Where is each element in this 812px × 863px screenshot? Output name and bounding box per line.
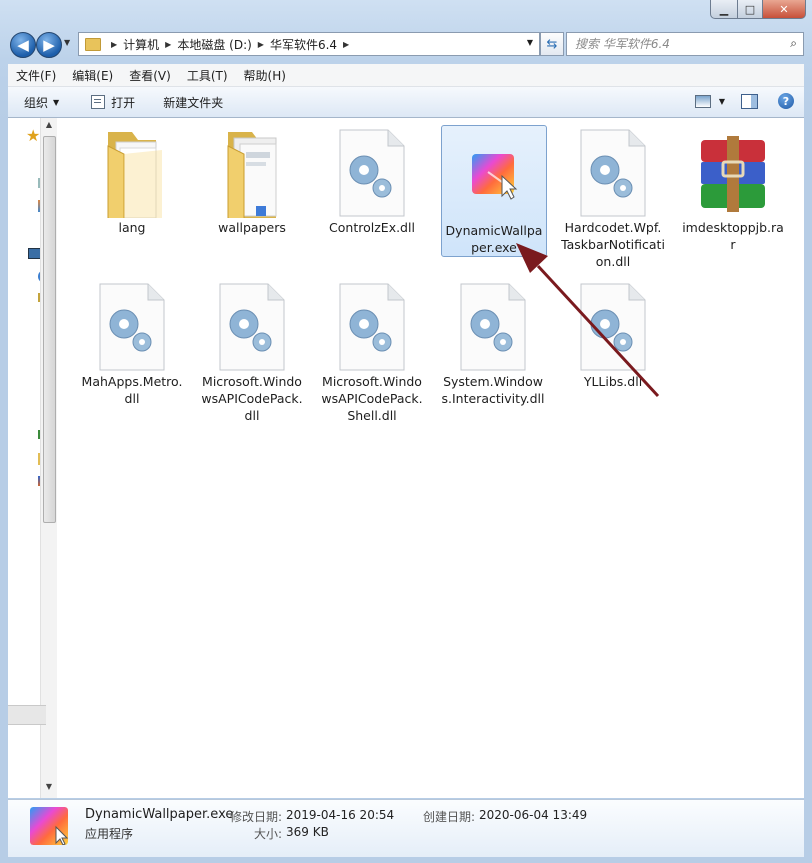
file-name: MahApps.Metro.dll: [81, 374, 183, 406]
file-name: DynamicWallpaper.exe: [445, 223, 543, 255]
app-icon: [472, 154, 518, 200]
scrollbar-thumb[interactable]: [43, 136, 56, 523]
refresh-button[interactable]: ⇆: [540, 32, 564, 56]
scroll-down-icon[interactable]: ▼: [41, 782, 57, 796]
breadcrumb-computer[interactable]: 计算机: [123, 36, 159, 53]
rar-archive-icon: [701, 136, 765, 212]
details-size-value: 369 KB: [286, 825, 329, 839]
forward-button[interactable]: ▶: [36, 32, 62, 58]
organize-button[interactable]: 组织 ▼: [8, 94, 69, 111]
chevron-down-icon[interactable]: ▼: [719, 97, 725, 106]
search-input[interactable]: [573, 36, 777, 52]
recent-pages-dropdown-icon[interactable]: ▼: [64, 38, 70, 47]
details-modified-value: 2019-04-16 20:54: [286, 808, 395, 822]
breadcrumb-local-disk[interactable]: 本地磁盘 (D:): [177, 36, 251, 53]
navigation-pane-scrollbar[interactable]: ▲ ▼: [40, 118, 57, 798]
file-item-imdesktoppjb[interactable]: imdesktoppjb.rar: [681, 122, 785, 252]
file-item-controlzex[interactable]: ControlzEx.dll: [320, 122, 424, 252]
open-button[interactable]: 打开: [81, 94, 145, 111]
search-icon[interactable]: ⌕: [790, 36, 797, 51]
maximize-button[interactable]: □: [738, 0, 763, 19]
file-item-codepack-shell[interactable]: Microsoft.WindowsAPICodePack.Shell.dll: [320, 276, 424, 423]
refresh-icon: ⇆: [546, 36, 558, 52]
dll-file-icon: [219, 283, 285, 371]
menu-bar: 文件(F) 编辑(E) 查看(V) 工具(T) 帮助(H): [8, 64, 804, 87]
menu-file[interactable]: 文件(F): [8, 67, 64, 84]
menu-view[interactable]: 查看(V): [121, 67, 179, 84]
address-bar[interactable]: ▶ 计算机 ▶ 本地磁盘 (D:) ▶ 华军软件6.4 ▶ ▼: [78, 32, 540, 56]
dll-file-icon: [460, 283, 526, 371]
file-name: lang: [118, 220, 146, 235]
favorites-star-icon[interactable]: ★: [26, 126, 40, 145]
details-modified-label: 修改日期:: [230, 810, 283, 824]
file-name: imdesktoppjb.rar: [682, 220, 784, 252]
caption-buttons: ▁ □ ✕: [710, 0, 806, 19]
dll-file-icon: [580, 129, 646, 217]
file-item-mahapps[interactable]: MahApps.Metro.dll: [80, 276, 184, 406]
menu-help[interactable]: 帮助(H): [236, 67, 294, 84]
close-button[interactable]: ✕: [763, 0, 806, 19]
scroll-up-icon[interactable]: ▲: [41, 120, 57, 134]
file-item-interactivity[interactable]: System.Windows.Interactivity.dll: [441, 276, 545, 406]
file-name: Hardcodet.Wpf.TaskbarNotification.dll: [561, 220, 665, 269]
back-button[interactable]: ◀: [10, 32, 36, 58]
file-list: lang wallpapers ControlzEx.dll DynamicWa…: [57, 118, 801, 798]
file-item-codepack[interactable]: Microsoft.WindowsAPICodePack.dll: [200, 276, 304, 423]
change-view-icon[interactable]: [694, 94, 711, 108]
chevron-right-icon[interactable]: ▶: [258, 40, 264, 49]
menu-edit[interactable]: 编辑(E): [64, 67, 121, 84]
file-name: System.Windows.Interactivity.dll: [441, 374, 545, 406]
details-file-name: DynamicWallpaper.exe: [85, 807, 234, 822]
minimize-button[interactable]: ▁: [710, 0, 738, 19]
help-icon[interactable]: ?: [778, 93, 794, 109]
new-folder-button[interactable]: 新建文件夹: [153, 94, 233, 111]
folder-icon: [107, 132, 162, 218]
dll-file-icon: [339, 283, 405, 371]
chevron-down-icon[interactable]: ▼: [527, 38, 533, 47]
details-created-label: 创建日期:: [423, 810, 476, 824]
new-folder-label: 新建文件夹: [163, 95, 224, 110]
chevron-right-icon[interactable]: ▶: [343, 40, 349, 49]
details-created-value: 2020-06-04 13:49: [479, 808, 588, 822]
folder-icon: [85, 37, 101, 51]
command-bar: 组织 ▼ 打开 新建文件夹 ▼ ?: [8, 87, 804, 118]
file-name: ControlzEx.dll: [329, 220, 415, 235]
folder-icon: [227, 132, 277, 218]
file-name: wallpapers: [218, 220, 286, 235]
preview-pane-icon[interactable]: [741, 93, 758, 109]
file-item-yllibs[interactable]: YLLibs.dll: [561, 276, 665, 406]
organize-label: 组织: [24, 95, 49, 110]
file-name: YLLibs.dll: [583, 374, 643, 389]
dll-file-icon: [580, 283, 646, 371]
details-file-type: 应用程序: [85, 827, 134, 841]
chevron-right-icon[interactable]: ▶: [165, 40, 171, 49]
search-box[interactable]: ⌕: [566, 32, 804, 56]
dll-file-icon: [99, 283, 165, 371]
file-name: Microsoft.WindowsAPICodePack.dll: [201, 374, 303, 423]
chevron-right-icon[interactable]: ▶: [111, 40, 117, 49]
file-item-hardcodet[interactable]: Hardcodet.Wpf.TaskbarNotification.dll: [561, 122, 665, 269]
navigation-bar: ◀ ▶ ▼ ▶ 计算机 ▶ 本地磁盘 (D:) ▶ 华军软件6.4 ▶ ▼ ⇆ …: [8, 30, 804, 58]
horizontal-scrollbar[interactable]: [8, 705, 46, 725]
open-label: 打开: [111, 95, 136, 110]
dll-file-icon: [339, 129, 405, 217]
menu-tools[interactable]: 工具(T): [179, 67, 236, 84]
open-icon: [91, 95, 106, 109]
chevron-down-icon: ▼: [53, 97, 60, 107]
file-item-lang[interactable]: lang: [80, 122, 184, 252]
file-item-dynamicwallpaper[interactable]: DynamicWallpaper.exe: [441, 125, 547, 257]
details-size-label: 大小:: [254, 827, 283, 841]
content-right-edge: [801, 118, 804, 798]
file-item-wallpapers[interactable]: wallpapers: [200, 122, 304, 252]
details-pane: DynamicWallpaper.exe 应用程序 修改日期: 2019-04-…: [8, 799, 804, 857]
app-icon: [30, 807, 68, 845]
breadcrumb-current-folder[interactable]: 华军软件6.4: [270, 36, 337, 53]
file-name: Microsoft.WindowsAPICodePack.Shell.dll: [321, 374, 423, 423]
